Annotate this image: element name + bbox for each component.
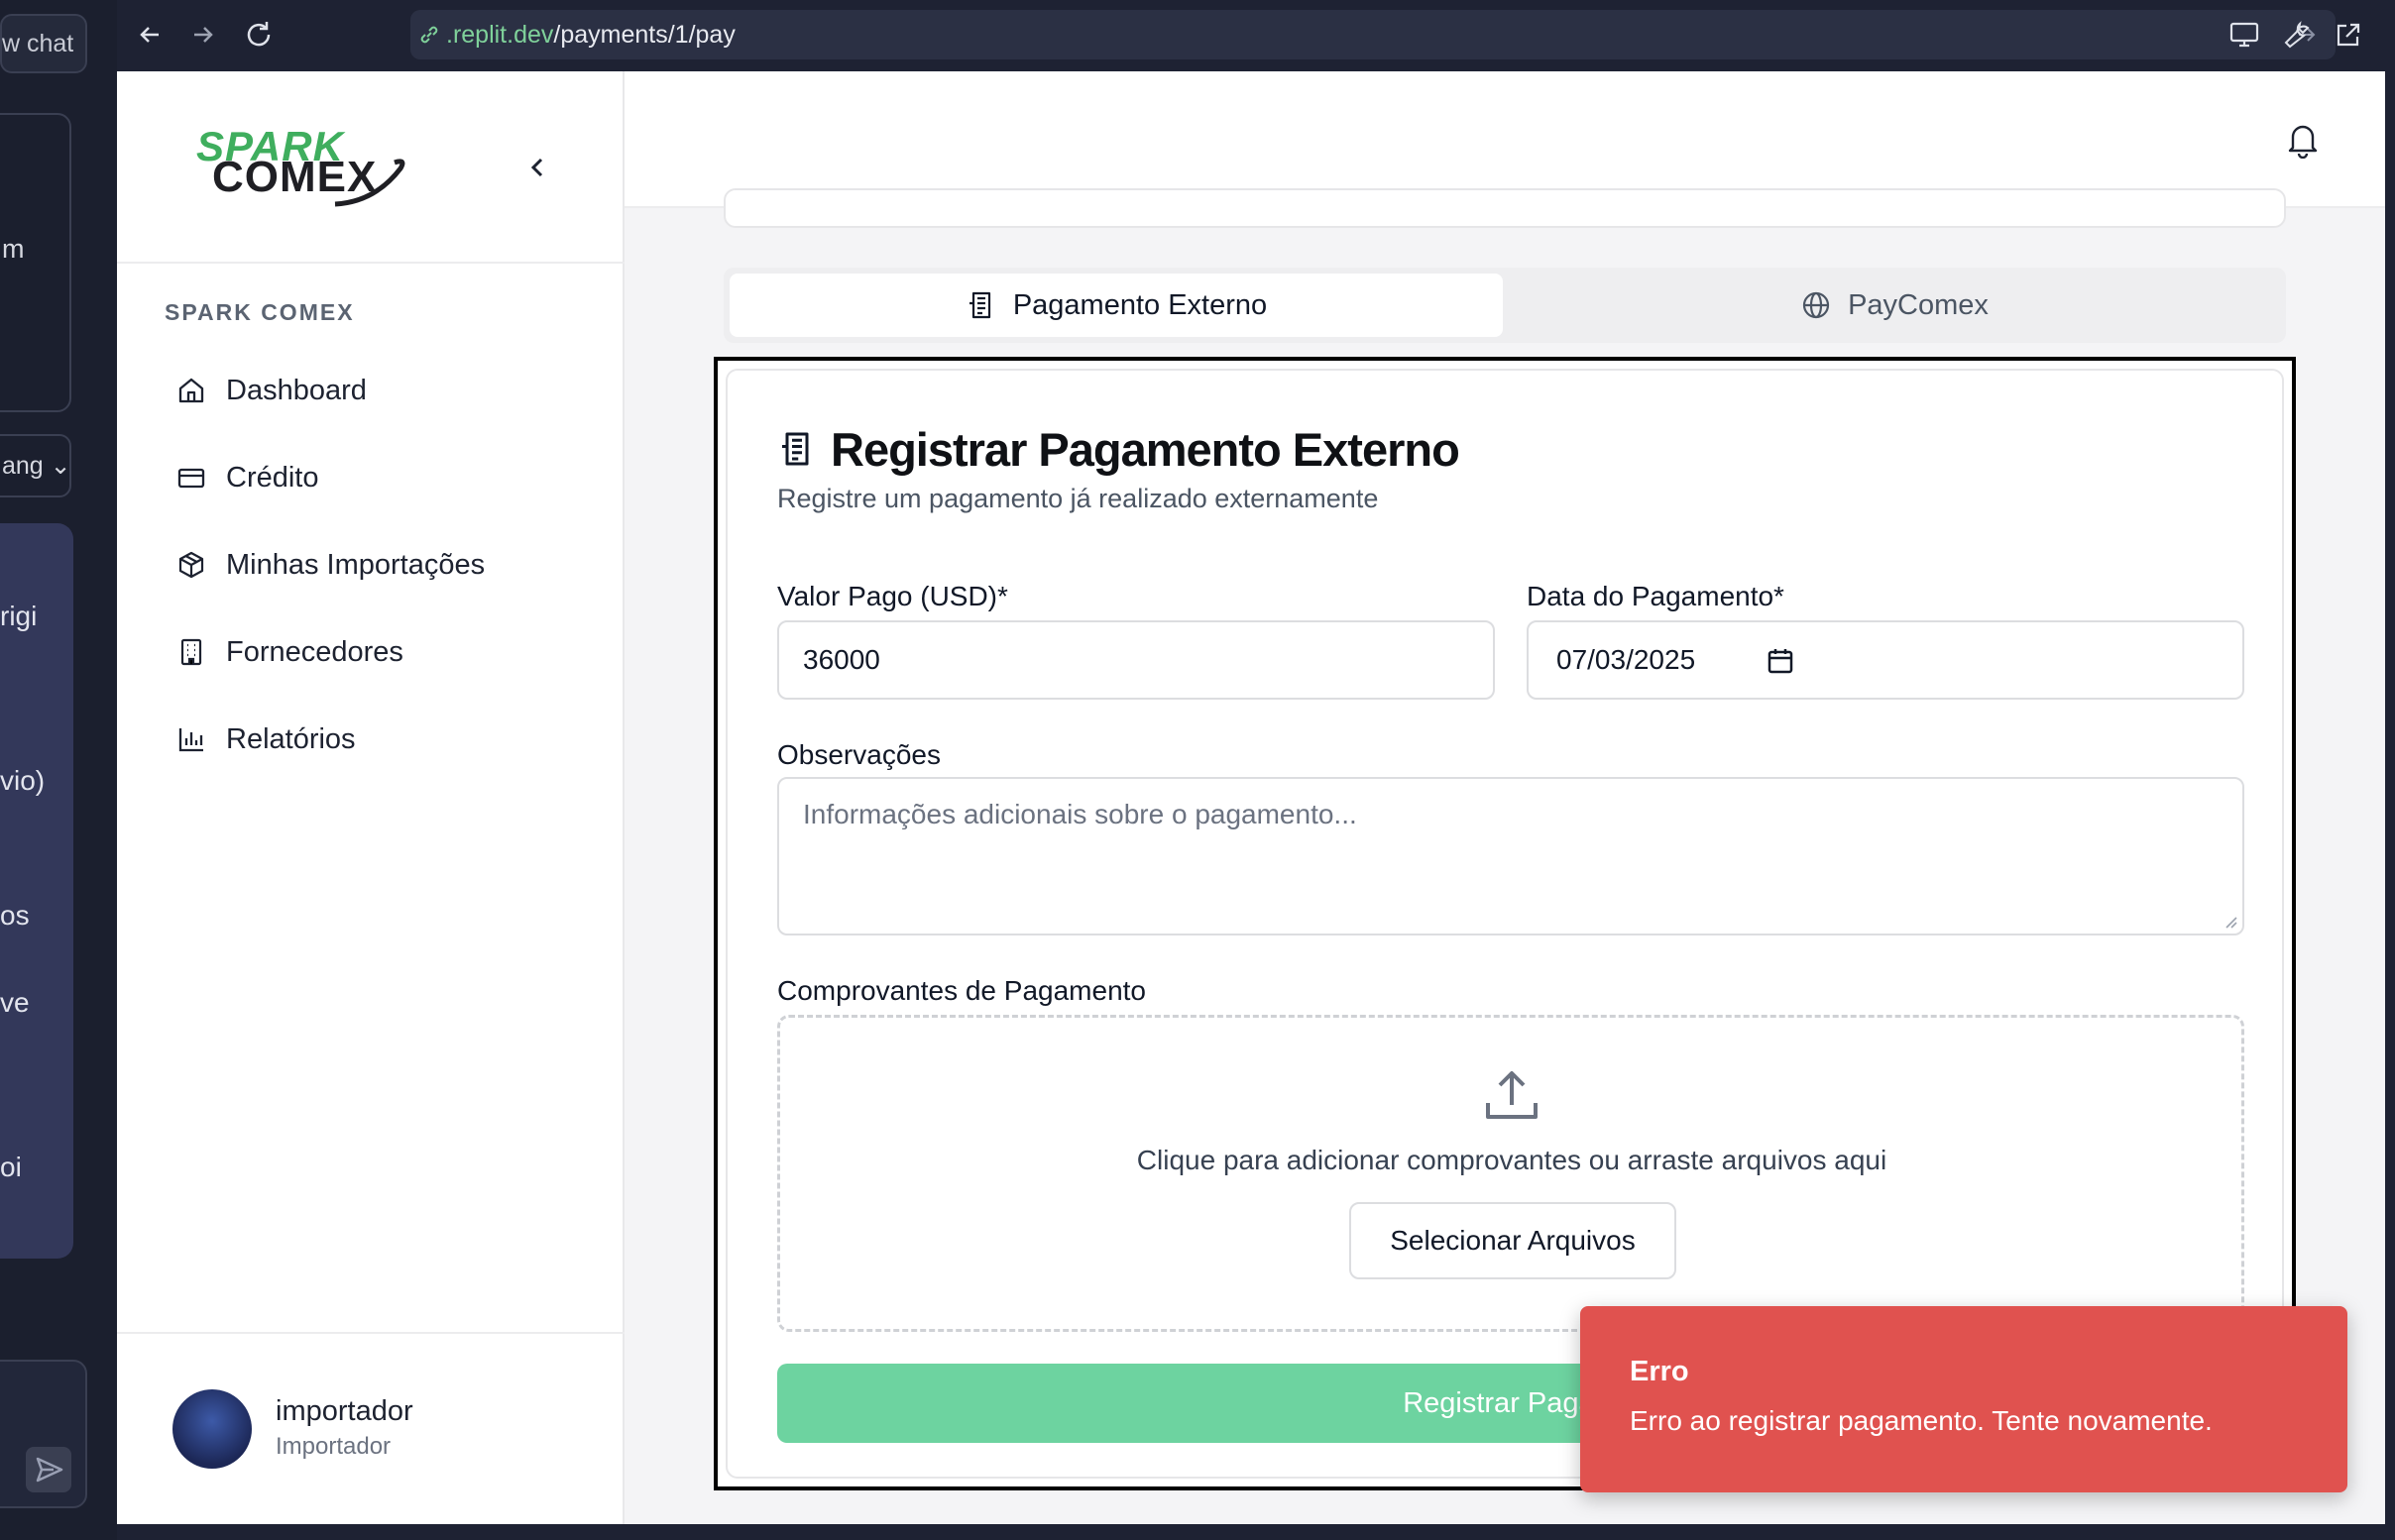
upload-icon: [1486, 1071, 1538, 1119]
tab-label: Pagamento Externo: [1012, 288, 1268, 321]
sidebar-section-label: SPARK COMEX: [165, 299, 355, 325]
user-name: importador: [276, 1395, 413, 1427]
url-path: /payments/1/pay: [553, 21, 736, 49]
logo-area: SPARK COMEX: [117, 71, 625, 264]
form-subtitle: Registre um pagamento já realizado exter…: [777, 484, 1379, 513]
package-icon: [178, 551, 204, 579]
date-value: 07/03/2025: [1556, 644, 1696, 675]
avatar[interactable]: [172, 1389, 252, 1469]
chat-fragment: ve: [0, 987, 30, 1018]
dropzone-text: Clique para adicionar comprovantes ou ar…: [1136, 1145, 1887, 1175]
logo-swoosh-icon: [334, 159, 405, 207]
error-toast[interactable]: Erro Erro ao registrar pagamento. Tente …: [1580, 1306, 2347, 1492]
amount-input[interactable]: 36000: [777, 620, 1495, 700]
chat-card[interactable]: m: [0, 113, 71, 412]
devices-icon[interactable]: [2228, 20, 2260, 50]
previous-card: [724, 188, 2286, 228]
tab-pagamento-externo[interactable]: Pagamento Externo: [730, 274, 1503, 337]
sidebar-item-importacoes[interactable]: Minhas Importações: [176, 535, 593, 595]
bell-icon[interactable]: [2286, 121, 2320, 159]
select-files-button[interactable]: Selecionar Arquivos: [1349, 1202, 1676, 1279]
tab-label: PayComex: [1848, 288, 1989, 321]
chat-message-list: rigi vio) os ve oi: [0, 523, 73, 1259]
chat-fragment: vio): [0, 765, 46, 796]
home-icon: [178, 378, 204, 403]
sidebar-item-dashboard[interactable]: Dashboard: [176, 361, 593, 420]
reload-icon[interactable]: [242, 18, 276, 52]
file-dropzone[interactable]: Clique para adicionar comprovantes ou ar…: [777, 1015, 2244, 1332]
notes-placeholder: Informações adicionais sobre o pagamento…: [803, 799, 1357, 829]
receipt-icon: [782, 432, 809, 466]
sidebar-item-relatorios[interactable]: Relatórios: [176, 710, 593, 769]
amount-label: Valor Pago (USD)*: [777, 581, 1008, 611]
chat-select-text: ang: [2, 452, 44, 480]
receipt-icon: [969, 291, 990, 319]
chat-fragment: oi: [0, 1152, 22, 1182]
link-icon: [420, 26, 438, 44]
chat-fragment: os: [0, 900, 30, 931]
bar-chart-icon: [178, 728, 203, 752]
back-icon[interactable]: [135, 20, 165, 50]
sidebar-item-fornecedores[interactable]: Fornecedores: [176, 622, 593, 682]
sidebar: SPARK COMEX SPARK COMEX Dashboard Crédit…: [117, 71, 625, 1524]
collapse-sidebar-icon[interactable]: [525, 153, 549, 182]
url-domain: .replit.dev: [446, 21, 554, 49]
toast-title: Erro: [1630, 1356, 1689, 1387]
forward-icon[interactable]: [188, 20, 218, 50]
toast-message: Erro ao registrar pagamento. Tente novam…: [1630, 1405, 2213, 1436]
browser-toolbar: .replit.dev/payments/1/pay: [117, 0, 2395, 71]
building-icon: [180, 638, 202, 666]
sidebar-item-label: Dashboard: [226, 374, 367, 406]
credit-card-icon: [177, 468, 205, 489]
resize-handle-icon[interactable]: [2223, 914, 2238, 930]
sidebar-item-label: Crédito: [226, 461, 319, 494]
send-button[interactable]: [26, 1447, 71, 1492]
url-bar[interactable]: .replit.dev/payments/1/pay: [410, 10, 2336, 59]
sidebar-item-credito[interactable]: Crédito: [176, 448, 593, 507]
chat-panel: w chat m ang ⌄ rigi vio) os ve oi: [0, 0, 117, 1540]
chat-select[interactable]: ang ⌄: [0, 434, 71, 497]
notes-textarea[interactable]: Informações adicionais sobre o pagamento…: [777, 777, 2244, 935]
sidebar-item-label: Relatórios: [226, 722, 356, 755]
globe-icon: [1802, 291, 1830, 319]
receipts-label: Comprovantes de Pagamento: [777, 975, 1146, 1006]
tab-list: Pagamento Externo PayComex: [724, 268, 2286, 343]
calendar-icon[interactable]: [1767, 646, 1794, 676]
sidebar-item-label: Fornecedores: [226, 635, 403, 668]
date-label: Data do Pagamento*: [1527, 581, 1784, 611]
new-chat-button[interactable]: w chat: [0, 14, 87, 73]
user-role: Importador: [276, 1433, 392, 1460]
notes-label: Observações: [777, 739, 941, 770]
external-link-icon[interactable]: [2334, 20, 2363, 50]
wrench-icon[interactable]: [2282, 20, 2312, 50]
chat-fragment: rigi: [0, 601, 38, 631]
send-icon: [36, 1457, 63, 1483]
sidebar-item-label: Minhas Importações: [226, 548, 486, 581]
date-input[interactable]: 07/03/2025: [1527, 620, 2244, 700]
chat-card-text: m: [2, 234, 25, 264]
tab-paycomex[interactable]: PayComex: [1509, 274, 2280, 337]
form-title: Registrar Pagamento Externo: [831, 423, 1460, 476]
